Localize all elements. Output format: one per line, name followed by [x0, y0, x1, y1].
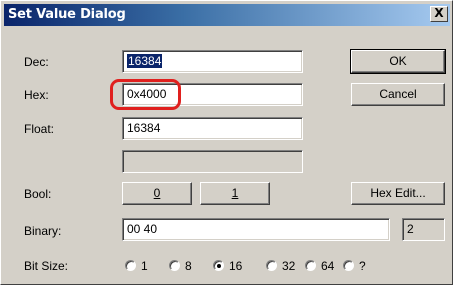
bool-1-label: 1	[231, 186, 239, 200]
bool-label: Bool:	[24, 187, 52, 201]
disabled-field	[122, 150, 303, 173]
bit-size-radio-8[interactable]	[169, 260, 180, 271]
binary-count-value: 2	[407, 222, 414, 236]
close-button[interactable]: X	[430, 6, 448, 22]
hex-edit-button[interactable]: Hex Edit...	[351, 182, 445, 205]
binary-count-field: 2	[402, 218, 445, 241]
ok-button[interactable]: OK	[350, 49, 446, 74]
bool-0-button[interactable]: 0	[122, 182, 192, 205]
bit-size-option-label: 32	[282, 259, 296, 273]
bit-size-option-label: 64	[321, 259, 335, 273]
bit-size-option-label: 1	[141, 259, 148, 273]
bit-size-option-label: ?	[359, 259, 366, 273]
float-value: 16384	[127, 121, 161, 135]
binary-label: Binary:	[24, 224, 62, 238]
hex-edit-label: Hex Edit...	[370, 186, 426, 200]
hex-field[interactable]: 0x4000	[122, 83, 303, 106]
float-label: Float:	[24, 122, 55, 136]
ok-button-label: OK	[389, 54, 407, 68]
hex-label: Hex:	[24, 88, 49, 102]
close-icon: X	[434, 6, 444, 20]
bit-size-radio-any[interactable]	[343, 260, 354, 271]
cancel-button-label: Cancel	[379, 87, 417, 101]
bool-1-button[interactable]: 1	[200, 182, 270, 205]
bit-size-radio-64[interactable]	[305, 260, 316, 271]
title-bar[interactable]: Set Value Dialog X	[4, 4, 450, 26]
float-field[interactable]: 16384	[122, 117, 303, 140]
dec-field[interactable]: 16384	[122, 50, 303, 73]
dec-value: 16384	[127, 54, 163, 68]
bit-size-radio-32[interactable]	[266, 260, 277, 271]
bit-size-radio-16[interactable]	[213, 260, 224, 271]
binary-field[interactable]: 00 40	[122, 218, 390, 241]
bit-size-option-label: 16	[229, 259, 243, 273]
set-value-dialog: Set Value Dialog X Dec: 16384 Hex: 0x400…	[0, 0, 453, 285]
hex-value: 0x4000	[127, 87, 167, 101]
binary-value: 00 40	[127, 222, 158, 236]
bit-size-option-label: 8	[185, 259, 192, 273]
bit-size-label: Bit Size:	[24, 259, 69, 273]
bool-0-label: 0	[153, 186, 161, 200]
bit-size-radio-1[interactable]	[125, 260, 136, 271]
cancel-button[interactable]: Cancel	[351, 83, 445, 106]
dec-label: Dec:	[24, 55, 49, 69]
window-title: Set Value Dialog	[8, 7, 126, 22]
